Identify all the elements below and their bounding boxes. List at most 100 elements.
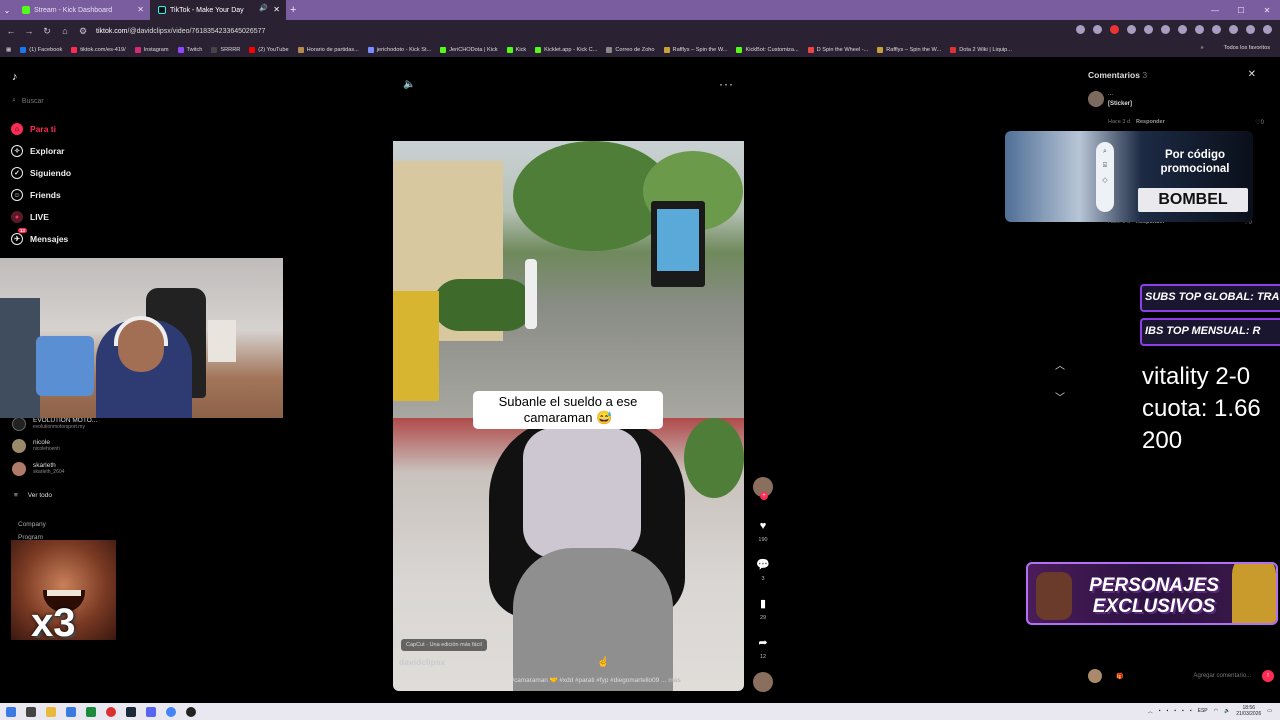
star-icon[interactable] — [1093, 25, 1102, 34]
notification-icon[interactable]: ▭ — [1267, 708, 1272, 714]
creator-avatar[interactable]: + — [753, 477, 773, 500]
bookmark-item[interactable]: Twitch — [177, 46, 202, 53]
app-icon[interactable] — [66, 706, 76, 717]
home-icon[interactable]: ⌂ — [60, 26, 70, 36]
reply-button[interactable]: Responder — [1136, 119, 1165, 125]
close-icon[interactable]: ✕ — [137, 5, 144, 14]
comment-like[interactable]: ♡0 — [1255, 119, 1264, 126]
bookmark-item[interactable]: Rafflys – Spin the W... — [663, 46, 727, 53]
tray-chevron-icon[interactable]: ︿ — [1148, 708, 1153, 715]
send-icon[interactable]: ↑ — [1262, 670, 1274, 682]
bookmark-item[interactable]: SRRRR — [211, 46, 240, 53]
tray-icon[interactable]: ▪ — [1182, 708, 1184, 714]
tray-icon[interactable]: ▪ — [1190, 708, 1192, 714]
search-input[interactable]: ⌕ Buscar — [12, 97, 44, 105]
apps-icon[interactable]: ▦ — [6, 47, 11, 53]
save-button[interactable]: ▮ 29 — [752, 597, 774, 621]
obs-icon[interactable] — [186, 706, 196, 717]
extension-icon[interactable] — [1161, 25, 1170, 34]
extension-icon[interactable] — [1195, 25, 1204, 34]
extensions-puzzle-icon[interactable] — [1229, 25, 1238, 34]
discord-icon[interactable] — [146, 706, 156, 717]
maximize-icon[interactable]: ☐ — [1228, 0, 1254, 20]
language-indicator[interactable]: ESP — [1198, 708, 1208, 714]
chrome-icon[interactable] — [166, 706, 176, 717]
tray-icon[interactable]: ▪ — [1174, 708, 1176, 714]
more-options-icon[interactable]: ··· — [719, 77, 734, 91]
extension-icon[interactable] — [1144, 25, 1153, 34]
steam-icon[interactable] — [126, 706, 136, 717]
bookmark-item[interactable]: Dota 2 Wiki | Liquip... — [950, 46, 1012, 53]
speaker-icon[interactable]: 🔊 — [259, 4, 268, 12]
video-player[interactable]: 🔈 ··· Subanle el sueldo a ese camaraman … — [393, 69, 744, 691]
clock[interactable]: 18:56 21/03/2026 — [1236, 705, 1261, 717]
volume-icon[interactable]: 🔈 — [403, 79, 415, 90]
cast-icon[interactable] — [1076, 25, 1085, 34]
avatar[interactable] — [1088, 91, 1104, 107]
account-item[interactable]: skarleth skarleth_2604 — [12, 462, 64, 476]
more-link[interactable]: más — [668, 677, 681, 684]
extension-icon[interactable] — [1127, 25, 1136, 34]
bookmark-item[interactable]: JeriCHODota | Kick — [440, 46, 498, 53]
bookmark-item[interactable]: (2) YouTube — [249, 46, 289, 53]
chevron-down-icon[interactable]: ﹀ — [1055, 389, 1065, 404]
minimize-icon[interactable]: — — [1202, 0, 1228, 20]
opera-icon[interactable] — [106, 706, 116, 717]
bookmark-item[interactable]: Rafflys – Spin the W... — [877, 46, 941, 53]
windows-start-icon[interactable] — [6, 706, 16, 717]
nav-live[interactable]: ● LIVE — [11, 211, 49, 223]
chevron-up-icon[interactable]: ︿ — [1055, 357, 1065, 372]
video-author[interactable]: davidclipsx — [399, 657, 445, 667]
account-item[interactable]: EVOLUTION MOTO... evolutionmotorsport.my — [12, 417, 97, 431]
menu-icon[interactable] — [1263, 25, 1272, 34]
gift-icon[interactable]: 🎁 — [1116, 674, 1123, 680]
close-icon[interactable]: ✕ — [273, 5, 280, 14]
tray-icon[interactable]: ▪ — [1159, 708, 1161, 714]
nav-para-ti[interactable]: ⌂ Para ti — [11, 123, 56, 135]
folder-icon[interactable] — [46, 706, 56, 717]
account-item[interactable]: nicole nicolehoenh — [12, 439, 60, 453]
like-button[interactable]: ♥ 190 — [752, 519, 774, 543]
bookmark-item[interactable]: tiktok.com/es-419/ — [71, 46, 126, 53]
bookmark-item[interactable]: KickBot: Customiza... — [736, 46, 799, 53]
search-icon[interactable] — [26, 706, 36, 717]
share-button[interactable]: ➦ 12 — [752, 636, 774, 660]
back-icon[interactable]: ← — [6, 26, 16, 36]
excel-icon[interactable] — [86, 706, 96, 717]
wifi-icon[interactable]: ◠ — [1214, 708, 1218, 714]
reload-icon[interactable]: ↻ — [42, 26, 52, 37]
url-field[interactable]: tiktok.com/@davidclipsx/video/7618354233… — [96, 28, 265, 35]
nav-explorar[interactable]: ✧ Explorar — [11, 145, 65, 157]
tab-kick-dashboard[interactable]: Stream - Kick Dashboard ✕ — [14, 0, 150, 20]
bookmark-item[interactable]: Kick — [506, 46, 526, 53]
bookmark-item[interactable]: jerichodoto - Kick St... — [367, 46, 431, 53]
all-bookmarks[interactable]: » Todos los favoritos — [1201, 45, 1270, 51]
extension-icon[interactable] — [1212, 25, 1221, 34]
bookmark-item[interactable]: Instagram — [134, 46, 169, 53]
comment-button[interactable]: 💬 3 — [752, 558, 774, 582]
nav-siguiendo[interactable]: ✓ Siguiendo — [11, 167, 71, 179]
tray-icon[interactable]: ▪ — [1166, 708, 1168, 714]
capcut-badge[interactable]: CapCut · Una edición más fácil — [401, 639, 487, 651]
comment-input[interactable]: 🎁 Agregar comentario... — [1088, 669, 1251, 683]
bookmark-item[interactable]: Horario de partidas... — [297, 46, 359, 53]
nav-mensajes[interactable]: ✈ 13 Mensajes — [11, 228, 68, 245]
new-tab-button[interactable]: + — [290, 4, 296, 16]
close-icon[interactable]: ✕ — [1248, 69, 1256, 80]
bookmark-item[interactable]: Kicklet.app - Kick C... — [535, 46, 597, 53]
bookmark-item[interactable]: Correo de Zoho — [606, 46, 655, 53]
nav-friends[interactable]: ☺ Friends — [11, 189, 61, 201]
see-all-button[interactable]: ≡ Ver todo — [14, 492, 52, 499]
tiktok-logo-icon[interactable]: ♪ — [12, 71, 18, 83]
follow-plus-icon[interactable]: + — [760, 492, 768, 500]
tab-search-icon[interactable]: ⌄ — [0, 6, 14, 15]
bookmark-item[interactable]: D Spin the Wheel -... — [807, 46, 868, 53]
company-link[interactable]: Company — [18, 521, 46, 528]
profile-avatar-icon[interactable] — [1246, 25, 1255, 34]
close-window-icon[interactable]: ✕ — [1254, 0, 1280, 20]
bookmark-item[interactable]: (1) Facebook — [20, 46, 62, 53]
music-disc-icon[interactable] — [753, 672, 773, 692]
site-info-icon[interactable]: ⚙ — [78, 26, 88, 37]
extension-icon[interactable] — [1110, 25, 1119, 34]
forward-icon[interactable]: → — [24, 26, 34, 36]
